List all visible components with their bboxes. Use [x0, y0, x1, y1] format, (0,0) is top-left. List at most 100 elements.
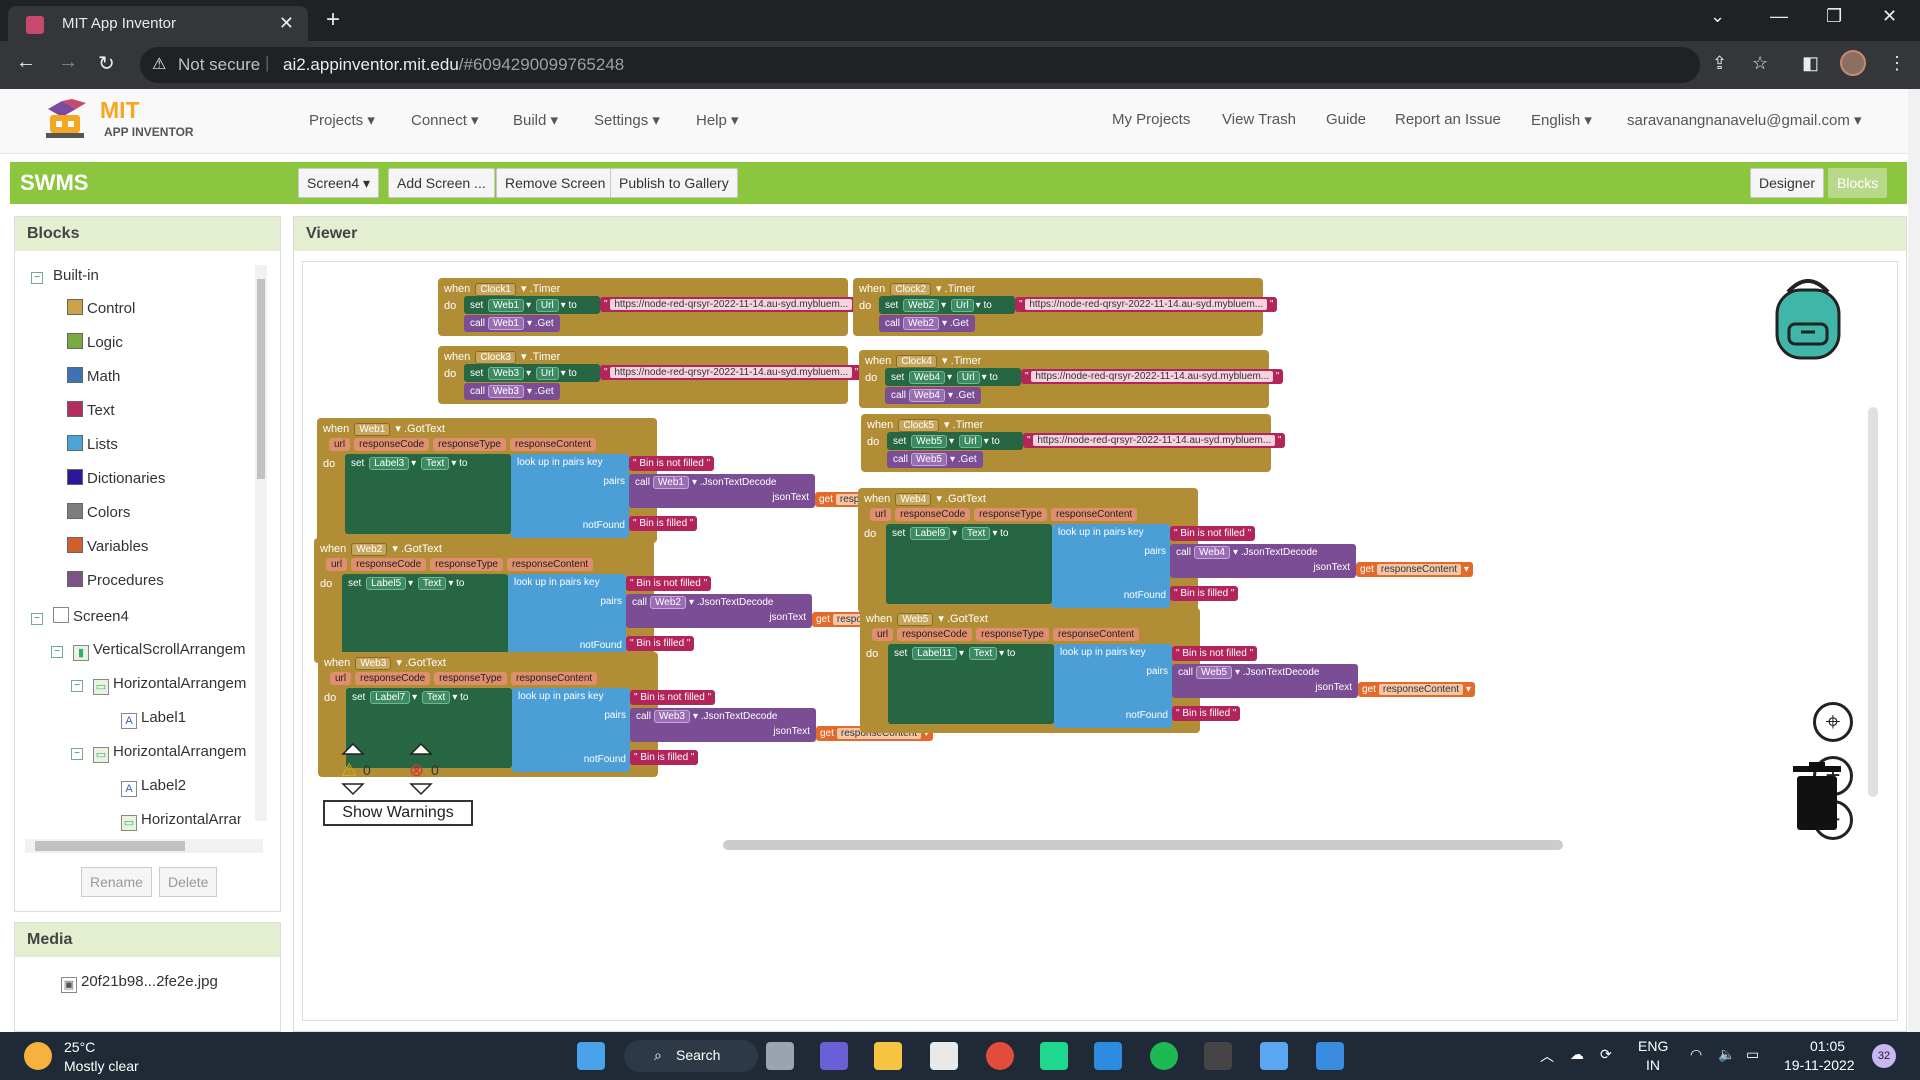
media-file[interactable]: ▣ 20f21b98...2fe2e.jpg	[61, 973, 218, 993]
bin-not-filled-string[interactable]: " Bin is not filled "	[630, 690, 716, 705]
page-scrollbar[interactable]	[1908, 89, 1920, 1032]
tab-search-icon[interactable]: ⌄	[1710, 6, 1725, 27]
bookmark-star-icon[interactable]: ☆	[1752, 53, 1768, 74]
tray-chevron-icon[interactable]: ︿	[1540, 1046, 1554, 1066]
backpack-icon[interactable]	[1763, 272, 1853, 362]
workspace-vertical-scrollbar[interactable]	[1868, 407, 1878, 797]
temperature[interactable]: 25°C	[64, 1039, 95, 1055]
guide-link[interactable]: Guide	[1326, 111, 1366, 128]
lookup-in-pairs-block[interactable]: look up in pairs key pairs notFound	[1052, 524, 1170, 608]
volume-icon[interactable]: 🔈	[1718, 1046, 1735, 1063]
call-json-decode-block[interactable]: call Web3 ▾ .JsonTextDecode jsonText	[630, 708, 816, 742]
tree-horizontal-1[interactable]: − ▭ HorizontalArrangem	[71, 675, 246, 695]
teams-icon[interactable]	[820, 1042, 848, 1070]
get-response-content-block[interactable]: getresponseContent ▾	[1358, 682, 1475, 697]
set-url-block[interactable]: set Web4 ▾ Url ▾ to	[885, 368, 1021, 386]
collapse-icon[interactable]: −	[31, 613, 43, 625]
lookup-in-pairs-block[interactable]: look up in pairs key pairs notFound	[512, 688, 630, 772]
call-json-decode-block[interactable]: call Web4 ▾ .JsonTextDecode jsonText	[1170, 544, 1356, 578]
language-in[interactable]: IN	[1646, 1057, 1660, 1073]
lookup-in-pairs-block[interactable]: look up in pairs key pairs notFound	[511, 454, 629, 538]
share-icon[interactable]: ⇪	[1712, 53, 1727, 74]
timer-event-block[interactable]: when Clock4 ▾ .Timer do set Web4 ▾ Url ▾ to "…	[859, 350, 1284, 408]
call-get-block[interactable]: call Web5 ▾ .Get	[887, 451, 983, 468]
reload-icon[interactable]: ↻	[98, 51, 115, 76]
tree-built-in[interactable]: − Built-in	[31, 267, 99, 284]
weather-text[interactable]: Mostly clear	[64, 1058, 139, 1074]
close-window-icon[interactable]: ✕	[1882, 6, 1897, 27]
url-string-block[interactable]: " https://node-red-qrsyr-2022-11-14.au-s…	[1021, 369, 1284, 384]
onedrive-icon[interactable]: ☁	[1570, 1046, 1584, 1063]
address-bar[interactable]: ⚠ Not secure | ai2.appinventor.mit.edu/#…	[140, 47, 1700, 83]
tree-label1[interactable]: A Label1	[121, 709, 186, 729]
collapse-icon[interactable]: −	[71, 680, 83, 692]
set-url-block[interactable]: set Web3 ▾ Url ▾ to	[464, 364, 600, 382]
call-get-block[interactable]: call Web4 ▾ .Get	[885, 387, 981, 404]
call-json-decode-block[interactable]: call Web5 ▾ .JsonTextDecode jsonText	[1172, 664, 1358, 698]
designer-button[interactable]: Designer	[1750, 168, 1825, 198]
account-menu[interactable]: saravanangnanavelu@gmail.com ▾	[1627, 111, 1862, 129]
screen-select-dropdown[interactable]: Screen4 ▾	[298, 168, 380, 198]
notification-badge[interactable]: 32	[1872, 1044, 1896, 1068]
wifi-icon[interactable]: ◠	[1690, 1046, 1702, 1063]
vscode-icon[interactable]	[1094, 1042, 1122, 1070]
category-text[interactable]: Text	[67, 401, 115, 419]
bin-filled-string[interactable]: " Bin is filled "	[1170, 586, 1239, 601]
task-view-icon[interactable]	[766, 1042, 794, 1070]
call-json-decode-block[interactable]: call Web1 ▾ .JsonTextDecode jsonText	[629, 474, 815, 508]
url-string-block[interactable]: " https://node-red-qrsyr-2022-11-14.au-s…	[600, 365, 863, 380]
call-json-decode-block[interactable]: call Web2 ▾ .JsonTextDecode jsonText	[626, 594, 812, 628]
store-icon[interactable]	[930, 1042, 958, 1070]
gottext-event-block[interactable]: when Web4 ▾ .GotText url responseCode respo…	[858, 488, 1473, 613]
windows-start-icon[interactable]	[577, 1042, 605, 1070]
call-get-block[interactable]: call Web2 ▾ .Get	[879, 315, 975, 332]
warnings-down-arrow-icon[interactable]	[341, 782, 365, 796]
set-url-block[interactable]: set Web1 ▾ Url ▾ to	[464, 296, 600, 314]
delete-button[interactable]: Delete	[159, 867, 218, 897]
view-trash-link[interactable]: View Trash	[1222, 111, 1296, 128]
tree-screen4[interactable]: − Screen4	[31, 607, 129, 625]
new-tab-button[interactable]: +	[326, 6, 340, 34]
sync-icon[interactable]: ⟳	[1600, 1046, 1612, 1063]
category-variables[interactable]: Variables	[67, 537, 148, 555]
collapse-icon[interactable]: −	[51, 646, 63, 658]
category-logic[interactable]: Logic	[67, 333, 123, 351]
menu-build[interactable]: Build ▾	[513, 111, 558, 129]
category-dictionaries[interactable]: Dictionaries	[67, 469, 165, 487]
menu-help[interactable]: Help ▾	[696, 111, 739, 129]
bin-not-filled-string[interactable]: " Bin is not filled "	[629, 456, 715, 471]
set-label-text-block[interactable]: set Label3 ▾ Text ▾ to	[345, 454, 511, 534]
errors-up-arrow-icon[interactable]	[409, 742, 433, 756]
rename-button[interactable]: Rename	[81, 867, 152, 897]
category-procedures[interactable]: Procedures	[67, 571, 164, 589]
blocks-workspace[interactable]: when Clock1 ▾ .Timer do set Web1 ▾ Url ▾ to "…	[302, 261, 1898, 1021]
trash-icon[interactable]	[1791, 762, 1843, 830]
mit-app-inventor-logo[interactable]: MIT APP INVENTOR	[42, 95, 202, 145]
category-math[interactable]: Math	[67, 367, 120, 385]
collapse-icon[interactable]: −	[31, 272, 43, 284]
add-screen-button[interactable]: Add Screen ...	[388, 168, 495, 198]
scroll-thumb[interactable]	[257, 279, 265, 479]
menu-projects[interactable]: Projects ▾	[309, 111, 375, 129]
bin-not-filled-string[interactable]: " Bin is not filled "	[1172, 646, 1258, 661]
timer-event-block[interactable]: when Clock2 ▾ .Timer do set Web2 ▾ Url ▾ to "…	[853, 278, 1278, 336]
gottext-event-block[interactable]: when Web5 ▾ .GotText url responseCode respo…	[860, 608, 1475, 733]
bin-filled-string[interactable]: " Bin is filled "	[630, 750, 699, 765]
menu-connect[interactable]: Connect ▾	[411, 111, 479, 129]
bin-not-filled-string[interactable]: " Bin is not filled "	[1170, 526, 1256, 541]
language-eng[interactable]: ENG	[1638, 1038, 1668, 1054]
set-label-text-block[interactable]: set Label11 ▾ Text ▾ to	[888, 644, 1054, 724]
tree-vertical-scroll[interactable]: − ▮ VerticalScrollArrangem	[51, 641, 246, 661]
photos-icon[interactable]	[1316, 1042, 1344, 1070]
browser-tab[interactable]: MIT App Inventor ✕	[8, 6, 308, 41]
browser-menu-icon[interactable]: ⋮	[1888, 53, 1906, 74]
category-lists[interactable]: Lists	[67, 435, 118, 453]
notepad-icon[interactable]	[1260, 1042, 1288, 1070]
blocks-button[interactable]: Blocks	[1828, 168, 1888, 198]
blocks-horizontal-scrollbar[interactable]	[25, 839, 263, 853]
show-warnings-button[interactable]: Show Warnings	[323, 800, 473, 826]
tree-horizontal-3[interactable]: ▭HorizontalArrang	[121, 811, 241, 831]
publish-gallery-button[interactable]: Publish to Gallery	[610, 168, 738, 198]
chrome-icon[interactable]	[986, 1042, 1014, 1070]
bin-filled-string[interactable]: " Bin is filled "	[626, 636, 695, 651]
